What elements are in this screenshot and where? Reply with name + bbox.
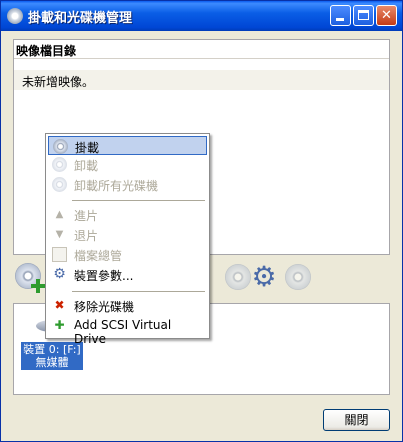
add-drive-icon: ✚ — [54, 318, 65, 332]
disc-icon — [7, 8, 23, 24]
device-item[interactable]: 裝置 0: [F:] 無媒體 — [21, 342, 83, 370]
eject-down-icon: ▼ — [55, 229, 64, 240]
menu-item-eject[interactable]: ▼ 退片 — [48, 225, 207, 244]
menu-item-load[interactable]: ▲ 進片 — [48, 205, 207, 224]
menu-item-label: Add SCSI Virtual Drive — [74, 318, 172, 346]
remove-drive-icon: ✖ — [54, 298, 65, 312]
title-bar[interactable]: 掛載和光碟機管理 ✕ — [1, 1, 402, 31]
disc-icon[interactable] — [285, 264, 311, 290]
context-menu: 掛載 卸載 卸載所有光碟機 ▲ 進片 ▼ 退片 檔案總管 ⚙ 裝置參數... ✖… — [45, 133, 210, 346]
menu-separator — [72, 291, 205, 292]
add-icon — [31, 279, 45, 293]
empty-list-text: 未新增映像。 — [22, 75, 95, 89]
menu-item-label: 進片 — [74, 209, 99, 223]
unmount-all-icon — [52, 177, 67, 192]
disc-icon[interactable] — [225, 264, 251, 290]
maximize-button[interactable] — [353, 5, 374, 26]
menu-separator — [72, 200, 205, 201]
menu-item-label: 檔案總管 — [74, 249, 123, 263]
menu-item-device-parameters[interactable]: ⚙ 裝置參數... — [48, 265, 207, 284]
unmount-disc-icon — [52, 157, 67, 172]
add-disc-button[interactable] — [15, 263, 45, 293]
menu-item-remove-drive[interactable]: ✖ 移除光碟機 — [48, 296, 207, 315]
menu-item-unmount[interactable]: 卸載 — [48, 155, 207, 174]
window-title: 掛載和光碟機管理 — [28, 11, 133, 26]
menu-item-label: 卸載所有光碟機 — [74, 179, 159, 193]
menu-item-label: 退片 — [74, 229, 99, 243]
menu-item-add-scsi-drive[interactable]: ✚ Add SCSI Virtual Drive — [48, 316, 207, 346]
device-media-status: 無媒體 — [35, 356, 69, 369]
menu-item-mount[interactable]: 掛載 — [48, 136, 207, 155]
maximize-icon — [358, 10, 369, 20]
settings-gear-icon[interactable]: ⚙ — [251, 263, 277, 291]
menu-item-unmount-all[interactable]: 卸載所有光碟機 — [48, 175, 207, 194]
eject-up-icon: ▲ — [55, 209, 64, 220]
mount-disc-icon — [53, 139, 68, 154]
minimize-icon — [336, 18, 344, 21]
close-icon: ✕ — [381, 8, 392, 23]
explorer-icon — [52, 247, 67, 262]
menu-item-label: 移除光碟機 — [74, 300, 135, 314]
header-divider — [14, 58, 389, 59]
menu-item-label: 掛載 — [75, 141, 100, 155]
gear-icon: ⚙ — [53, 266, 66, 282]
image-list-header: 映像檔目錄 — [16, 44, 77, 58]
list-item[interactable]: 未新增映像。 — [14, 70, 389, 90]
menu-item-label: 卸載 — [74, 159, 99, 173]
close-window-button[interactable]: ✕ — [376, 5, 397, 26]
menu-item-explorer[interactable]: 檔案總管 — [48, 245, 207, 264]
minimize-button[interactable] — [330, 5, 351, 26]
close-button[interactable]: 關閉 — [323, 409, 390, 431]
menu-item-label: 裝置參數... — [74, 269, 134, 283]
